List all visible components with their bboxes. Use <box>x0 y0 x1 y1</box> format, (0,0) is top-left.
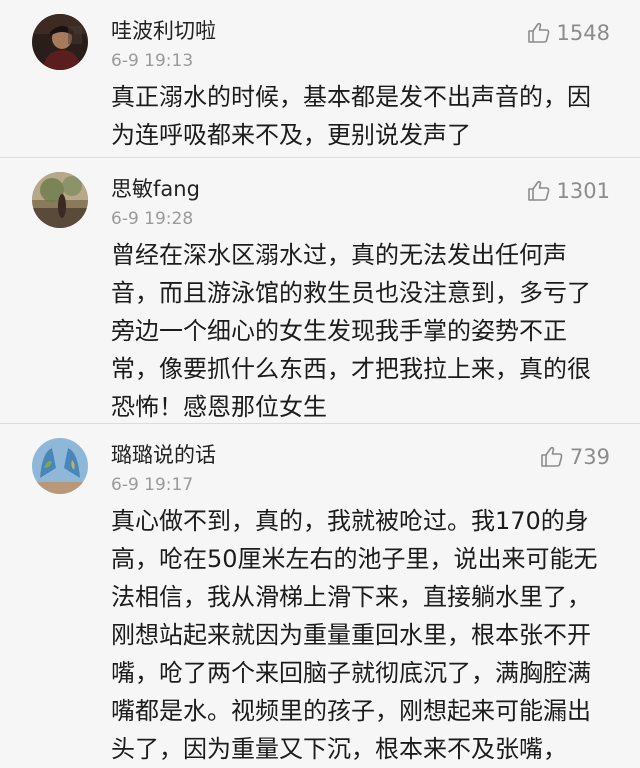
like-button[interactable]: 1548 <box>527 18 610 48</box>
thumbs-up-icon <box>527 180 549 201</box>
comment-text: 真正溺水的时候，基本都是发不出声音的，因 为连呼吸都来不及，更别说发声了 <box>111 78 607 154</box>
username[interactable]: 思敏fang <box>111 174 200 204</box>
timestamp: 6-9 19:28 <box>111 209 194 229</box>
comment-item: 思敏fang 6-9 19:28 1301 曾经在深水区溺水过，真的无法发出任何… <box>0 158 640 424</box>
like-button[interactable]: 739 <box>540 442 610 472</box>
avatar[interactable] <box>32 438 88 494</box>
timestamp: 6-9 19:17 <box>111 475 194 495</box>
comment-text-line: 嘴，呛了两个来回脑子就彻底沉了，满胸腔满 <box>111 659 591 687</box>
avatar[interactable] <box>32 172 88 228</box>
comment-text-line: 常，像要抓什么东西，才把我拉上来，真的很 <box>111 355 591 383</box>
avatar[interactable] <box>32 14 88 70</box>
comment-text-line: 旁边一个细心的女生发现我手掌的姿势不正 <box>111 317 567 345</box>
thumbs-up-icon <box>527 22 549 43</box>
username[interactable]: 哇波利切啦 <box>111 16 216 46</box>
comment-item: 璐璐说的话 6-9 19:17 739 真心做不到，真的，我就被呛过。我170的… <box>0 424 640 763</box>
comment-text: 真心做不到，真的，我就被呛过。我170的身 高，呛在50厘米左右的池子里，说出来… <box>111 502 607 768</box>
comment-text-line: 恐怖！感恩那位女生 <box>111 393 327 421</box>
comment-text-line: 为连呼吸都来不及，更别说发声了 <box>111 121 471 149</box>
comment-text-line: 嘴都是水。视频里的孩子，刚想起来可能漏出 <box>111 697 591 725</box>
comment-text-line: 头了，因为重量又下沉，根本来不及张嘴， <box>111 735 567 763</box>
like-count: 739 <box>569 445 610 469</box>
thumbs-up-icon <box>541 446 563 467</box>
comment-text-line: 真心做不到，真的，我就被呛过。我170的身 <box>111 507 589 535</box>
like-button[interactable]: 1301 <box>527 176 610 206</box>
timestamp: 6-9 19:13 <box>111 51 194 71</box>
comment-text-line: 刚想站起来就因为重量重回水里，根本张不开 <box>111 621 591 649</box>
comment-text-line: 高，呛在50厘米左右的池子里，说出来可能无 <box>111 545 598 573</box>
comment-text: 曾经在深水区溺水过，真的无法发出任何声 音，而且游泳馆的救生员也没注意到，多亏了… <box>111 236 607 426</box>
comment-text-line: 真正溺水的时候，基本都是发不出声音的，因 <box>111 83 591 111</box>
like-count: 1548 <box>556 21 610 45</box>
comment-text-line: 法相信，我从滑梯上滑下来，直接躺水里了， <box>111 583 591 611</box>
comment-text-line: 曾经在深水区溺水过，真的无法发出任何声 <box>111 241 567 269</box>
like-count: 1301 <box>556 179 610 203</box>
comment-list: 哇波利切啦 6-9 19:13 1548 真正溺水的时候，基本都是发不出声音的，… <box>0 0 640 763</box>
comment-text-line: 音，而且游泳馆的救生员也没注意到，多亏了 <box>111 279 591 307</box>
username[interactable]: 璐璐说的话 <box>111 440 216 470</box>
comment-item: 哇波利切啦 6-9 19:13 1548 真正溺水的时候，基本都是发不出声音的，… <box>0 0 640 158</box>
